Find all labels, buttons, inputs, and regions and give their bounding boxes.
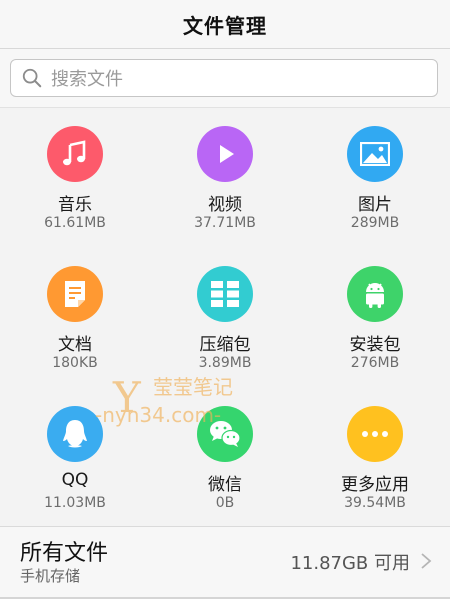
category-music[interactable]: 音乐 61.61MB xyxy=(0,108,150,240)
apks-circle xyxy=(347,266,403,322)
android-icon xyxy=(366,283,384,308)
category-wechat[interactable]: 微信 0B xyxy=(150,388,300,520)
image-icon xyxy=(360,142,390,166)
qq-circle xyxy=(47,406,103,462)
category-label: 音乐 xyxy=(58,195,92,215)
archive-icon xyxy=(211,281,239,307)
category-documents[interactable]: 文档 180KB xyxy=(0,248,150,380)
category-size: 3.89MB xyxy=(198,355,252,371)
qq-penguin-icon xyxy=(63,420,87,448)
more-dots-icon xyxy=(362,431,388,437)
category-size: 39.54MB xyxy=(344,495,406,511)
category-apks[interactable]: 安装包 276MB xyxy=(300,248,450,380)
category-label: 微信 xyxy=(208,475,242,495)
music-note-icon xyxy=(63,140,86,166)
category-qq[interactable]: QQ 11.03MB xyxy=(0,388,150,520)
category-size: 37.71MB xyxy=(194,215,256,231)
all-files-row[interactable]: 所有文件 手机存储 11.87GB 可用 xyxy=(0,526,450,599)
wechat-icon xyxy=(210,421,241,447)
category-label: 文档 xyxy=(58,335,92,355)
music-circle xyxy=(47,126,103,182)
more-apps-circle xyxy=(347,406,403,462)
category-archives[interactable]: 压缩包 3.89MB xyxy=(150,248,300,380)
category-images[interactable]: 图片 289MB xyxy=(300,108,450,240)
document-icon xyxy=(65,281,85,307)
category-label: 视频 xyxy=(208,195,242,215)
title-bar: 文件管理 xyxy=(0,0,450,49)
category-label: 更多应用 xyxy=(341,475,409,495)
page-title: 文件管理 xyxy=(183,13,267,38)
category-size: 289MB xyxy=(350,215,400,231)
category-size: 180KB xyxy=(52,355,98,371)
chevron-right-icon xyxy=(421,553,432,569)
all-files-title: 所有文件 xyxy=(20,541,109,566)
video-circle xyxy=(197,126,253,182)
search-placeholder: 搜索文件 xyxy=(51,69,123,90)
play-icon xyxy=(220,145,234,163)
category-size: 11.03MB xyxy=(44,495,106,511)
search-input[interactable]: 搜索文件 xyxy=(10,59,438,97)
category-more-apps[interactable]: 更多应用 39.54MB xyxy=(300,388,450,520)
category-grid: 音乐 61.61MB 视频 37.71MB 图片 289MB 文档 180KB … xyxy=(0,108,450,526)
documents-circle xyxy=(47,266,103,322)
wechat-circle xyxy=(197,406,253,462)
images-circle xyxy=(347,126,403,182)
storage-subtitle: 手机存储 xyxy=(20,567,81,585)
category-label: 压缩包 xyxy=(199,335,251,355)
category-size: 0B xyxy=(215,495,235,511)
category-label: QQ xyxy=(61,470,89,490)
archives-circle xyxy=(197,266,253,322)
category-label: 安装包 xyxy=(349,335,401,355)
category-label: 图片 xyxy=(358,195,392,215)
storage-free-space: 11.87GB 可用 xyxy=(290,553,410,574)
category-size: 276MB xyxy=(350,355,400,371)
search-icon xyxy=(22,68,42,88)
category-video[interactable]: 视频 37.71MB xyxy=(150,108,300,240)
category-size: 61.61MB xyxy=(44,215,106,231)
search-area: 搜索文件 xyxy=(0,49,450,108)
